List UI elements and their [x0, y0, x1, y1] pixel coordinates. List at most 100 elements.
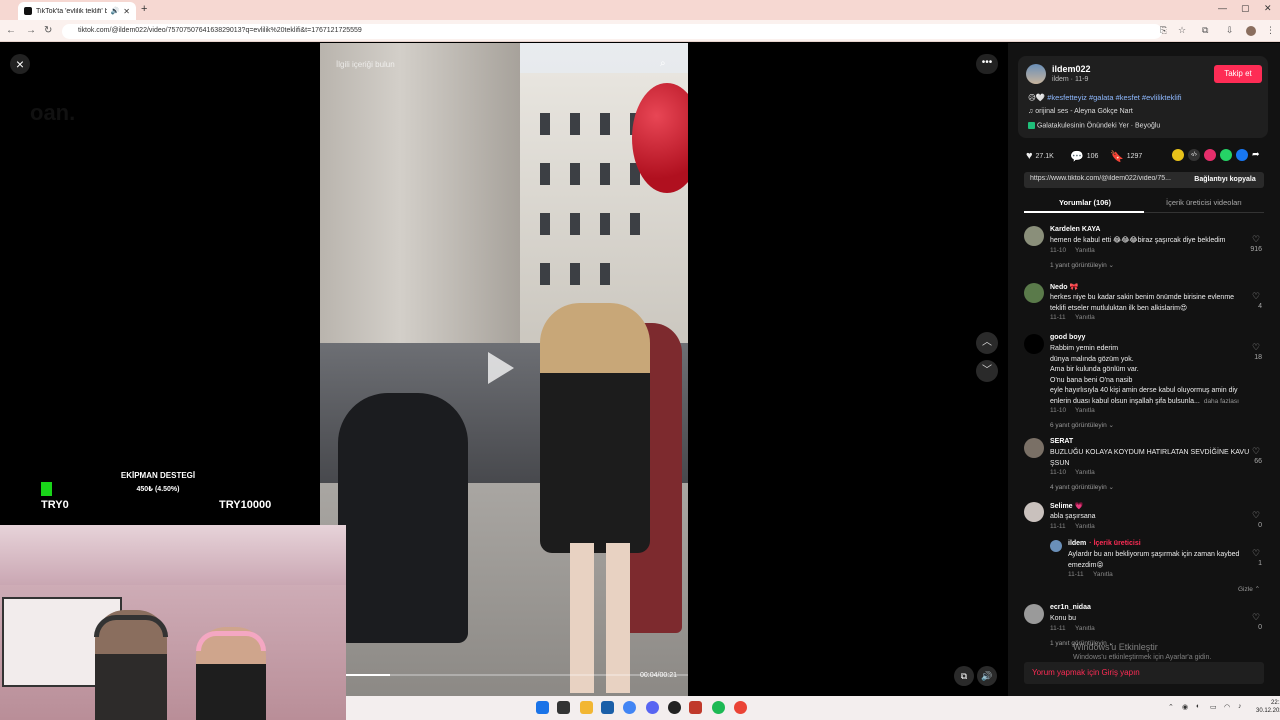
file-explorer-icon[interactable] — [580, 701, 593, 714]
donation-title: EKİPMAN DESTEGİ — [120, 471, 196, 480]
volume-icon[interactable]: 🔊 — [977, 666, 997, 686]
view-replies-button[interactable]: 4 yanıt görüntüleyin ⌄ — [1050, 483, 1114, 491]
view-replies-button[interactable]: 1 yanıt görüntüleyin ⌄ — [1050, 261, 1114, 269]
view-replies-button[interactable]: 6 yanıt görüntüleyin ⌄ — [1050, 421, 1114, 429]
hide-replies-button[interactable]: Gizle ⌃ — [1238, 585, 1260, 593]
reply-button[interactable]: Yanıtla — [1093, 571, 1113, 578]
downloads-icon[interactable]: ⇩ — [1226, 25, 1234, 36]
commenter-avatar[interactable] — [1024, 502, 1044, 522]
post-link[interactable]: https://www.tiktok.com/@ildem022/video/7… — [1030, 175, 1180, 182]
author-username[interactable]: ildem022 — [1052, 64, 1091, 74]
follow-button[interactable]: Takip et — [1214, 65, 1262, 83]
comment-date: 11-11 — [1050, 314, 1066, 321]
reply-button[interactable]: Yanıtla — [1075, 469, 1095, 476]
commenter-avatar[interactable] — [1024, 226, 1044, 246]
reply-button[interactable]: Yanıtla — [1075, 407, 1095, 414]
tray-chevron-icon[interactable]: ⌃ — [1168, 703, 1174, 711]
commenter-name[interactable]: ildem · İçerik üreticisi — [1068, 540, 1141, 547]
commenter-name[interactable]: ecr1n_nidaa — [1050, 604, 1091, 611]
app-icon[interactable] — [601, 701, 614, 714]
close-tab-icon[interactable]: ✕ — [123, 7, 130, 16]
webcam-feed — [0, 525, 346, 720]
commenter-name[interactable]: Selime 💗 — [1050, 502, 1083, 510]
obs-icon[interactable] — [668, 701, 681, 714]
discord-icon[interactable] — [646, 701, 659, 714]
search-icon[interactable]: ⌕ — [660, 58, 666, 69]
chevron-up-icon[interactable]: ︿ — [976, 332, 998, 354]
copy-link-button[interactable]: Bağlantıyı kopyala — [1186, 172, 1264, 188]
close-icon[interactable]: × — [10, 54, 30, 74]
chevron-down-icon[interactable]: ﹀ — [976, 360, 998, 382]
extensions-icon[interactable]: ⧉ — [1202, 25, 1208, 36]
save-stat[interactable]: 🔖 1297 — [1110, 150, 1142, 163]
commenter-name[interactable]: SERAT — [1050, 438, 1073, 445]
comment-heart-icon[interactable]: ♡ — [1252, 510, 1260, 521]
whatsapp-icon[interactable] — [1220, 149, 1232, 161]
monitor-icon[interactable]: ▭ — [1210, 703, 1217, 711]
network-icon[interactable]: ◉ — [1182, 703, 1188, 711]
coin-share-icon[interactable] — [1172, 149, 1184, 161]
url-bar[interactable]: tiktok.com/@ildem022/video/7570750764163… — [62, 24, 1162, 39]
comment-heart-icon[interactable]: ♡ — [1252, 548, 1260, 559]
back-button[interactable]: ← — [6, 25, 16, 36]
reply-button[interactable]: Yanıtla — [1075, 314, 1095, 321]
tab-comments[interactable]: Yorumlar (106) — [1059, 198, 1111, 207]
like-stat[interactable]: ♥ 27.1K — [1026, 150, 1054, 162]
maximize-button[interactable]: ▢ — [1241, 3, 1250, 14]
reload-button[interactable]: ↻ — [44, 25, 52, 36]
tab-creator-videos[interactable]: İçerik üreticisi videoları — [1166, 198, 1242, 207]
taskview-icon[interactable] — [557, 701, 570, 714]
new-tab-button[interactable]: + — [141, 3, 147, 15]
speaker-icon[interactable]: ♪ — [1238, 703, 1242, 710]
see-more-link[interactable]: daha fazlası — [1204, 398, 1239, 405]
share-arrow-icon[interactable]: ➦ — [1252, 149, 1260, 160]
location-line[interactable]: Galatakulesinin Önündeki Yer · Beyoğlu — [1028, 122, 1160, 129]
comment-stat[interactable]: 💬 106 — [1070, 150, 1098, 163]
commenter-name[interactable]: Nedo 🎀 — [1050, 283, 1078, 291]
comment-heart-icon[interactable]: ♡ — [1252, 446, 1260, 457]
browser-tab[interactable]: TikTok'ta 'evlilik teklifi' bulu 🔊 ✕ — [18, 2, 136, 20]
play-icon[interactable] — [488, 352, 514, 384]
profile-avatar[interactable] — [1246, 26, 1256, 36]
reply-button[interactable]: Yanıtla — [1075, 625, 1095, 632]
commenter-avatar[interactable] — [1024, 334, 1044, 354]
start-icon[interactable] — [536, 701, 549, 714]
author-avatar[interactable] — [1026, 64, 1046, 84]
comment-heart-icon[interactable]: ♡ — [1252, 612, 1260, 623]
chrome-icon[interactable] — [623, 701, 636, 714]
spotify-icon[interactable] — [712, 701, 725, 714]
minimize-button[interactable]: — — [1218, 3, 1227, 13]
comment-heart-icon[interactable]: ♡ — [1252, 234, 1260, 245]
floating-player-icon[interactable]: ⧉ — [954, 666, 974, 686]
commenter-name[interactable]: good boyy — [1050, 334, 1085, 341]
comment-heart-icon[interactable]: ♡ — [1252, 291, 1260, 302]
webcam-wall — [0, 525, 346, 585]
app-tray-icon[interactable]: ◐ — [1196, 703, 1200, 710]
chrome-icon[interactable] — [734, 701, 747, 714]
commenter-name[interactable]: Kardelen KAYA — [1050, 226, 1100, 233]
commenter-avatar[interactable] — [1024, 604, 1044, 624]
comment-heart-icon[interactable]: ♡ — [1252, 342, 1260, 353]
more-options-icon[interactable]: ••• — [976, 54, 998, 74]
music-line[interactable]: ♫ orijinal ses - Aleyna Gökçe Nart — [1028, 108, 1133, 115]
comment-text-line: abla şaşırsana — [1050, 513, 1096, 520]
commenter-avatar[interactable] — [1024, 438, 1044, 458]
reply-button[interactable]: Yanıtla — [1075, 523, 1095, 530]
install-icon[interactable]: ⎘ — [1160, 25, 1167, 36]
menu-icon[interactable]: ⋮ — [1266, 25, 1275, 36]
clock[interactable]: 22:10 30.12.2025 — [1256, 699, 1280, 715]
wifi-icon[interactable]: ◠ — [1224, 703, 1230, 711]
login-to-comment[interactable]: Yorum yapmak için Giriş yapın — [1024, 662, 1264, 684]
video-search-input[interactable]: İlgili içeriği bulun — [336, 60, 395, 69]
commenter-avatar[interactable] — [1024, 283, 1044, 303]
description-tags[interactable]: #kesfetteyiz #galata #kesfet #evliliktek… — [1047, 93, 1181, 102]
send-icon[interactable] — [1204, 149, 1216, 161]
facebook-icon[interactable] — [1236, 149, 1248, 161]
app-icon[interactable] — [689, 701, 702, 714]
bookmark-star-icon[interactable]: ☆ — [1178, 25, 1186, 36]
forward-button[interactable]: → — [26, 25, 36, 36]
close-window-button[interactable]: ✕ — [1264, 3, 1272, 14]
commenter-avatar[interactable] — [1050, 540, 1062, 552]
reply-button[interactable]: Yanıtla — [1075, 247, 1095, 254]
embed-icon[interactable]: ‹/› — [1188, 149, 1200, 161]
